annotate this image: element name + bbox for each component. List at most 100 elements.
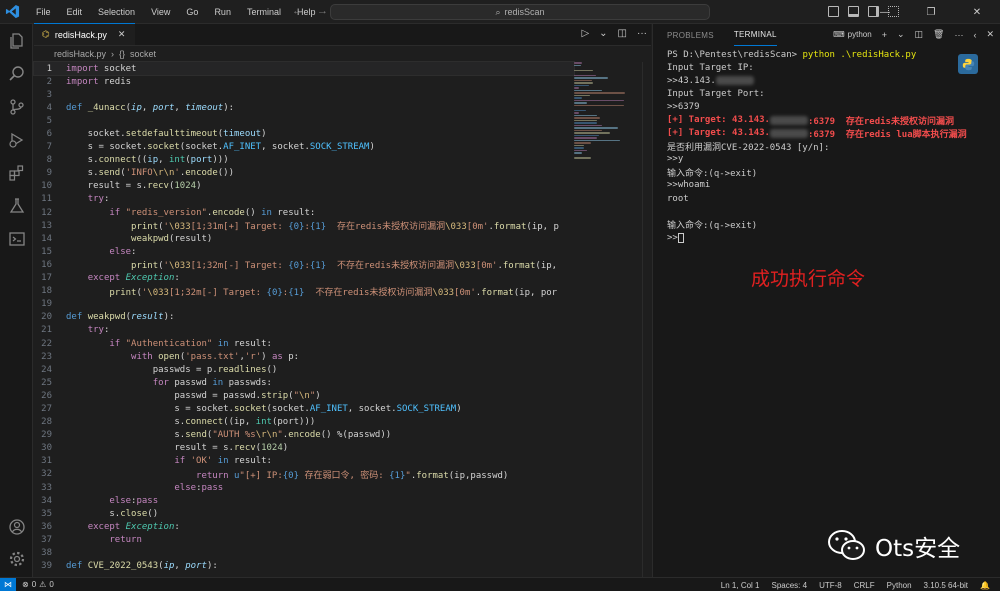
terminal-name: python (847, 30, 872, 39)
terminal-selector[interactable]: ⌨ python (833, 30, 872, 39)
back-arrow-icon[interactable]: ← (292, 5, 303, 17)
breadcrumb-symbol[interactable]: socket (130, 49, 156, 59)
run-debug-icon[interactable] (0, 123, 33, 156)
vscode-logo-icon (0, 0, 24, 24)
breadcrumb-file[interactable]: redisHack.py (54, 49, 106, 59)
source-control-icon[interactable] (0, 90, 33, 123)
language-mode[interactable]: Python (881, 581, 918, 590)
menu-edit[interactable]: Edit (59, 0, 91, 24)
status-right: Ln 1, Col 1 Spaces: 4 UTF-8 CRLF Python … (715, 578, 996, 591)
code-token: int (168, 155, 186, 166)
line-source: print('\033[1;32m[-] Target: {0}:{1} 不存在… (66, 285, 557, 298)
run-dropdown-chevron-icon[interactable]: ⌄ (599, 28, 607, 39)
code-editor[interactable]: 1 import socket 2 import redis 3 4 def _4unacc… (33, 60, 575, 577)
code-token: strip (261, 390, 289, 401)
python-interpreter[interactable]: 3.10.5 64-bit (918, 581, 974, 590)
code-token: def (66, 102, 83, 113)
code-token: return (196, 470, 229, 481)
menu-terminal[interactable]: Terminal (239, 0, 289, 24)
restore-button[interactable]: ❐ (908, 0, 954, 24)
search-activity-icon[interactable] (0, 57, 33, 90)
line-number: 7 (46, 142, 52, 153)
terminal-text: Input Target IP: (667, 62, 754, 73)
panel-more-icon[interactable]: ··· (954, 30, 963, 40)
settings-gear-icon[interactable] (0, 542, 33, 575)
terminal-text: root (667, 193, 689, 204)
explorer-icon[interactable] (0, 24, 33, 57)
tab-problems[interactable]: PROBLEMS (667, 24, 714, 46)
close-panel-icon[interactable]: ✕ (986, 29, 994, 40)
code-line: 23 with open('pass.txt','r') as p: (34, 350, 574, 363)
line-source: def CVE_2022_0543(ip, port): (66, 561, 218, 571)
close-tab-icon[interactable]: ✕ (118, 29, 126, 40)
new-terminal-icon[interactable]: + (882, 30, 887, 40)
code-token: format (502, 261, 536, 272)
split-editor-icon[interactable]: ◫ (618, 28, 627, 39)
tab-terminal[interactable]: TERMINAL (733, 24, 777, 46)
line-source: s.send('INFO\r\n'.encode()) (66, 168, 234, 178)
line-number: 18 (41, 286, 52, 297)
command-center-search[interactable]: ⌕ redisScan (330, 4, 710, 20)
code-token: socket. (66, 129, 126, 140)
maximize-panel-chevron-icon[interactable]: ‹ (973, 30, 976, 40)
code-line: 31 if 'OK' in result: (34, 455, 574, 468)
code-line: 11 try: (34, 193, 574, 206)
editor-scrollbar[interactable] (642, 62, 651, 577)
split-terminal-icon[interactable]: ◫ (915, 29, 924, 40)
terminal-text: >>43.143. (667, 75, 716, 86)
terminal-output[interactable]: PS D:\Pentest\redisScan> python .\redisH… (653, 46, 1000, 244)
forward-arrow-icon[interactable]: → (317, 5, 328, 17)
remote-indicator-icon[interactable]: ⋈ (0, 577, 16, 591)
menu-run[interactable]: Run (206, 0, 239, 24)
menu-file[interactable]: File (28, 0, 59, 24)
cursor-position[interactable]: Ln 1, Col 1 (715, 581, 766, 590)
code-token: in (212, 377, 224, 388)
code-token: try (87, 194, 104, 205)
menu-go[interactable]: Go (178, 0, 206, 24)
line-number: 22 (41, 338, 52, 349)
kill-terminal-trash-icon[interactable]: 🗑 (933, 29, 944, 40)
minimap[interactable] (574, 62, 642, 212)
code-token: ) (456, 403, 462, 414)
problems-status[interactable]: ⊗ 0 ⚠ 0 (16, 580, 60, 589)
menu-view[interactable]: View (143, 0, 178, 24)
code-token: [0m' (454, 287, 476, 298)
close-window-button[interactable]: ✕ (954, 0, 1000, 24)
testing-flask-icon[interactable] (0, 189, 33, 222)
notifications-bell-icon[interactable]: 🔔 (974, 581, 996, 590)
code-token: pass (136, 495, 159, 506)
terminal-dropdown-chevron-icon[interactable]: ⌄ (897, 29, 905, 40)
code-token: , (174, 102, 186, 113)
line-number: 9 (46, 168, 52, 179)
encoding[interactable]: UTF-8 (813, 581, 848, 590)
menu-selection[interactable]: Selection (90, 0, 143, 24)
code-line: 12 if "redis_version".encode() in result… (34, 206, 574, 219)
toggle-panel-icon[interactable] (848, 6, 859, 17)
code-token: passwds = p. (66, 364, 218, 375)
code-token: in (261, 207, 272, 218)
run-file-icon[interactable]: ▷ (581, 28, 589, 39)
code-token: \r\n (255, 430, 278, 441)
code-line: 7 s = socket.socket(socket.AF_INET, sock… (34, 141, 574, 154)
code-token: ) (261, 351, 272, 362)
extensions-icon[interactable] (0, 156, 33, 189)
remote-explorer-icon[interactable] (0, 222, 33, 255)
accounts-icon[interactable] (0, 510, 33, 543)
more-actions-icon[interactable]: ··· (637, 28, 647, 39)
code-token: for (152, 377, 169, 388)
minimap-line (574, 102, 587, 104)
code-token: 1024 (261, 443, 283, 454)
tab-redishack-py[interactable]: ⌬ redisHack.py ✕ (34, 23, 136, 45)
line-source: import socket (66, 64, 136, 74)
indentation[interactable]: Spaces: 4 (766, 581, 814, 590)
toggle-sidebar-icon[interactable] (828, 6, 839, 17)
code-token: def (66, 561, 83, 572)
minimize-button[interactable]: — (862, 0, 908, 24)
line-source: import redis (66, 77, 131, 87)
line-endings[interactable]: CRLF (848, 581, 881, 590)
terminal-cursor (677, 232, 684, 243)
